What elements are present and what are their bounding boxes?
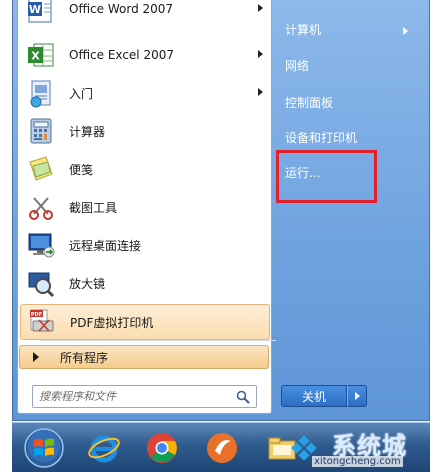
snipping-tool-icon bbox=[25, 191, 57, 223]
shutdown-label: 关机 bbox=[301, 389, 326, 404]
internet-explorer-icon[interactable] bbox=[78, 426, 130, 470]
program-item-excel[interactable]: X Office Excel 2007 bbox=[20, 37, 270, 73]
watermark-url: xitongcheng.com bbox=[312, 456, 403, 467]
word-icon: W bbox=[25, 0, 57, 25]
remote-desktop-icon bbox=[25, 229, 57, 261]
program-item-remote-desktop[interactable]: 远程桌面连接 bbox=[20, 227, 270, 263]
program-item-calculator[interactable]: 计算器 bbox=[20, 113, 270, 149]
program-item-sticky-notes[interactable]: 便笺 bbox=[20, 151, 270, 187]
search-icon[interactable] bbox=[236, 390, 250, 404]
program-label: PDF虚拟打印机 bbox=[70, 315, 154, 330]
submenu-arrow-icon bbox=[258, 4, 263, 12]
divider bbox=[40, 340, 276, 341]
svg-text:W: W bbox=[29, 3, 41, 16]
submenu-arrow-icon bbox=[258, 50, 263, 58]
app-icon[interactable] bbox=[196, 426, 248, 470]
right-item-computer[interactable]: 计算机 bbox=[285, 19, 321, 41]
search-input[interactable] bbox=[39, 390, 229, 403]
program-label: 便笺 bbox=[69, 162, 94, 177]
getting-started-icon bbox=[25, 77, 57, 109]
right-item-network[interactable]: 网络 bbox=[285, 55, 309, 77]
program-label: 远程桌面连接 bbox=[69, 238, 142, 253]
arrow-right-icon bbox=[33, 352, 39, 362]
search-box[interactable] bbox=[32, 385, 257, 408]
excel-icon: X bbox=[25, 39, 57, 71]
sticky-notes-icon bbox=[25, 153, 57, 185]
svg-text:PDF: PDF bbox=[31, 312, 42, 318]
program-item-word[interactable]: W Office Word 2007 bbox=[20, 0, 270, 27]
pdf-printer-icon: PDF bbox=[26, 306, 58, 338]
shutdown-button[interactable]: 关机 bbox=[281, 385, 347, 407]
program-label: 放大镜 bbox=[69, 276, 106, 291]
program-label: Office Excel 2007 bbox=[69, 48, 174, 62]
submenu-arrow-icon bbox=[258, 88, 263, 96]
chrome-icon[interactable] bbox=[136, 426, 188, 470]
program-item-magnifier[interactable]: 放大镜 bbox=[20, 265, 270, 301]
program-label: Office Word 2007 bbox=[69, 2, 174, 16]
program-label: 截图工具 bbox=[69, 200, 118, 215]
calculator-icon bbox=[25, 115, 57, 147]
all-programs-button[interactable]: 所有程序 bbox=[19, 345, 269, 369]
highlight-box bbox=[276, 150, 377, 203]
right-item-label: 控制面板 bbox=[285, 96, 334, 110]
program-label: 计算器 bbox=[69, 124, 106, 139]
right-item-label: 计算机 bbox=[285, 23, 322, 37]
magnifier-icon bbox=[25, 267, 57, 299]
submenu-arrow-icon bbox=[403, 27, 408, 35]
start-orb-icon[interactable] bbox=[18, 426, 70, 470]
program-label: 入门 bbox=[69, 86, 94, 101]
program-item-pdf-printer[interactable]: PDF PDF虚拟打印机 bbox=[20, 304, 270, 340]
shutdown-options-button[interactable] bbox=[347, 385, 367, 407]
right-item-label: 网络 bbox=[285, 59, 310, 73]
program-item-snipping-tool[interactable]: 截图工具 bbox=[20, 189, 270, 225]
right-item-control-panel[interactable]: 控制面板 bbox=[285, 92, 333, 114]
right-item-devices-printers[interactable]: 设备和打印机 bbox=[285, 127, 357, 149]
arrow-right-icon bbox=[354, 392, 360, 400]
right-item-label: 设备和打印机 bbox=[285, 131, 358, 145]
program-item-getting-started[interactable]: 入门 bbox=[20, 75, 270, 111]
svg-text:X: X bbox=[31, 50, 40, 63]
all-programs-label: 所有程序 bbox=[60, 350, 109, 365]
